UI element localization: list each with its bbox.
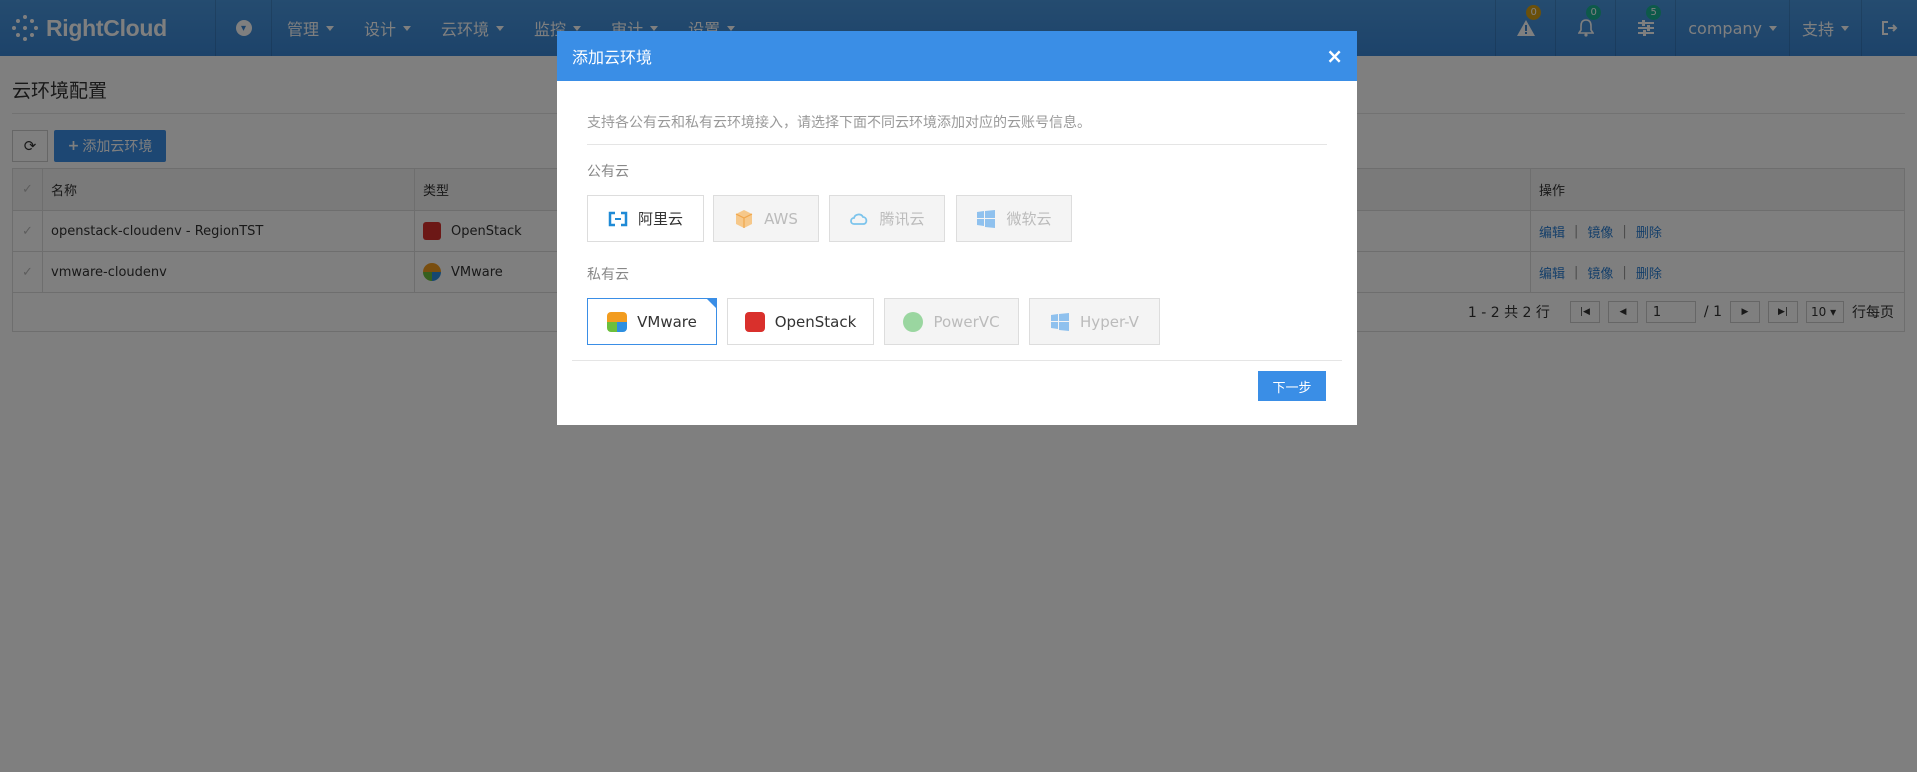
cloud-option-label: 阿里云 xyxy=(637,210,683,228)
cloud-option-aliyun[interactable]: 阿里云 xyxy=(587,195,704,242)
cloud-option-label: PowerVC xyxy=(933,312,1000,331)
windows-icon xyxy=(1051,312,1070,331)
cloud-option-hyperv[interactable]: Hyper-V xyxy=(1029,298,1160,345)
vmware-icon xyxy=(607,311,628,332)
windows-icon xyxy=(977,209,996,228)
selected-corner-icon xyxy=(706,298,717,309)
aliyun-icon xyxy=(608,211,628,226)
dialog-title: 添加云环境 xyxy=(572,48,653,67)
close-icon[interactable]: × xyxy=(1326,44,1343,68)
cloud-option-powervc[interactable]: PowerVC xyxy=(884,298,1019,345)
cloud-option-label: VMware xyxy=(637,312,697,331)
tencent-cloud-icon xyxy=(850,213,868,225)
cloud-option-tencent[interactable]: 腾讯云 xyxy=(829,195,945,242)
next-step-button[interactable]: 下一步 xyxy=(1258,371,1326,401)
dialog-divider xyxy=(587,144,1327,145)
public-cloud-label: 公有云 xyxy=(587,164,629,180)
dialog-description: 支持各公有云和私有云环境接入，请选择下面不同云环境添加对应的云账号信息。 xyxy=(587,115,1091,131)
cloud-option-aws[interactable]: AWS xyxy=(713,195,819,242)
cloud-option-label: 腾讯云 xyxy=(879,210,925,228)
cloud-option-label: 微软云 xyxy=(1006,210,1052,228)
dialog-header: 添加云环境 × xyxy=(557,31,1357,81)
cloud-option-label: OpenStack xyxy=(774,312,857,331)
openstack-icon xyxy=(744,311,765,332)
cloud-option-label: AWS xyxy=(764,209,798,228)
cloud-option-azure[interactable]: 微软云 xyxy=(956,195,1072,242)
dialog-footer-divider xyxy=(572,360,1342,361)
private-cloud-label: 私有云 xyxy=(587,267,629,283)
aws-box-icon xyxy=(735,209,753,228)
cloud-option-vmware[interactable]: VMware xyxy=(587,298,717,345)
add-cloud-env-dialog: 添加云环境 × 支持各公有云和私有云环境接入，请选择下面不同云环境添加对应的云账… xyxy=(557,31,1357,425)
powervc-icon xyxy=(903,311,924,332)
cloud-option-openstack[interactable]: OpenStack xyxy=(727,298,874,345)
cloud-option-label: Hyper-V xyxy=(1080,312,1139,331)
